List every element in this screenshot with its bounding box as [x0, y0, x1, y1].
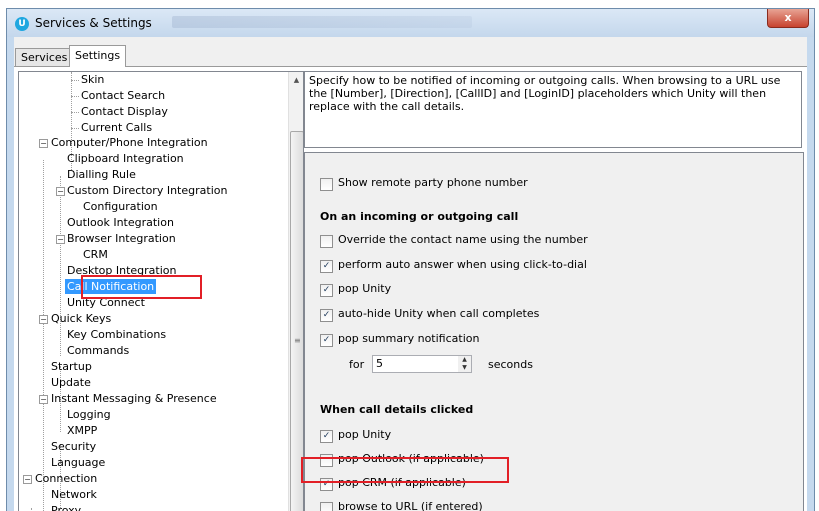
auto-hide-checkbox[interactable]: ✓	[320, 309, 333, 322]
description-panel: Specify how to be notified of incoming o…	[304, 71, 802, 148]
override-contact-name-checkbox[interactable]	[320, 235, 333, 248]
tree-item-contact-search[interactable]: Contact Search	[81, 88, 165, 103]
for-label: for	[349, 358, 365, 371]
tree-item-computer-phone-integration[interactable]: Computer/Phone Integration	[51, 135, 208, 150]
collapse-icon[interactable]: −	[39, 139, 48, 148]
tree-item-xmpp[interactable]: XMPP	[67, 423, 97, 438]
tree-connector	[71, 80, 79, 81]
tree-item-contact-display[interactable]: Contact Display	[81, 104, 168, 119]
highlight-pop-crm	[301, 457, 509, 483]
collapse-icon[interactable]: −	[39, 315, 48, 324]
collapse-icon[interactable]: −	[56, 187, 65, 196]
auto-answer-label: perform auto answer when using click-to-…	[338, 258, 587, 271]
collapse-icon[interactable]: −	[23, 475, 32, 484]
tree-item-connection[interactable]: Connection	[35, 471, 97, 486]
clicked-pop-unity-label: pop Unity	[338, 428, 392, 441]
collapse-icon[interactable]: −	[39, 395, 48, 404]
clicked-pop-unity-checkbox[interactable]: ✓	[320, 430, 333, 443]
pop-summary-checkbox[interactable]: ✓	[320, 334, 333, 347]
tree-item-language[interactable]: Language	[51, 455, 105, 470]
show-remote-number-label: Show remote party phone number	[338, 176, 528, 189]
tree-item-crm[interactable]: CRM	[83, 247, 108, 262]
tree-item-network[interactable]: Network	[51, 487, 97, 502]
tree-item-outlook-integration[interactable]: Outlook Integration	[67, 215, 174, 230]
tree-connector	[71, 96, 79, 97]
tree-item-key-combinations[interactable]: Key Combinations	[67, 327, 166, 342]
spin-down-icon[interactable]: ▼	[458, 364, 471, 372]
section-incoming-outgoing: On an incoming or outgoing call	[320, 210, 519, 223]
scroll-thumb[interactable]: ≡	[290, 131, 303, 511]
tree-item-commands[interactable]: Commands	[67, 343, 129, 358]
pop-unity-label: pop Unity	[338, 282, 392, 295]
tree-item-security[interactable]: Security	[51, 439, 96, 454]
seconds-spinner[interactable]: ▲ ▼	[458, 355, 472, 373]
title-bar[interactable]: U Services & Settings x	[7, 9, 814, 37]
window-title: Services & Settings	[35, 16, 152, 30]
grip-icon: ≡	[294, 336, 301, 345]
tree-connector	[71, 112, 79, 113]
window-client-area: Services Settings Skin Contact Search Co…	[14, 37, 807, 511]
tree-item-instant-messaging-presence[interactable]: Instant Messaging & Presence	[51, 391, 217, 406]
collapse-icon[interactable]: −	[56, 235, 65, 244]
highlight-call-notification	[81, 275, 202, 299]
tree-item-skin[interactable]: Skin	[81, 72, 104, 87]
description-text: Specify how to be notified of incoming o…	[309, 74, 781, 113]
tab-services[interactable]: Services	[15, 48, 74, 66]
show-remote-number-checkbox[interactable]	[320, 178, 333, 191]
section-call-details-clicked: When call details clicked	[320, 403, 474, 416]
tree-item-configuration[interactable]: Configuration	[83, 199, 158, 214]
tree-connector	[60, 176, 61, 356]
scroll-up-arrow-icon[interactable]: ▲	[289, 72, 303, 88]
tree-item-startup[interactable]: Startup	[51, 359, 92, 374]
tab-strip: Services Settings	[14, 45, 807, 67]
tree-connector	[43, 160, 44, 511]
tree-connector	[71, 128, 79, 129]
tree-item-quick-keys[interactable]: Quick Keys	[51, 311, 111, 326]
auto-answer-checkbox[interactable]: ✓	[320, 260, 333, 273]
seconds-label: seconds	[488, 358, 533, 371]
unity-app-icon: U	[15, 17, 29, 31]
seconds-input[interactable]: 5	[372, 355, 469, 373]
background-ghost-menu	[172, 16, 472, 28]
tree-item-browser-integration[interactable]: Browser Integration	[67, 231, 176, 246]
settings-window: U Services & Settings x Services Setting…	[6, 8, 815, 511]
spin-up-icon[interactable]: ▲	[458, 356, 471, 364]
tree-item-clipboard-integration[interactable]: Clipboard Integration	[67, 151, 184, 166]
tab-settings[interactable]: Settings	[69, 45, 127, 67]
override-contact-name-label: Override the contact name using the numb…	[338, 233, 588, 246]
tree-item-current-calls[interactable]: Current Calls	[81, 120, 152, 135]
browse-url-label: browse to URL (if entered)	[338, 500, 483, 511]
tree-item-dialling-rule[interactable]: Dialling Rule	[67, 167, 136, 182]
close-icon: x	[784, 11, 792, 24]
pop-unity-checkbox[interactable]: ✓	[320, 284, 333, 297]
tree-item-update[interactable]: Update	[51, 375, 91, 390]
auto-hide-label: auto-hide Unity when call completes	[338, 307, 540, 320]
tree-scrollbar[interactable]: ▲ ≡	[288, 72, 303, 511]
pop-summary-label: pop summary notification	[338, 332, 480, 345]
tree-item-custom-directory-integration[interactable]: Custom Directory Integration	[67, 183, 227, 198]
close-button[interactable]: x	[767, 9, 809, 28]
tree-item-logging[interactable]: Logging	[67, 407, 111, 422]
